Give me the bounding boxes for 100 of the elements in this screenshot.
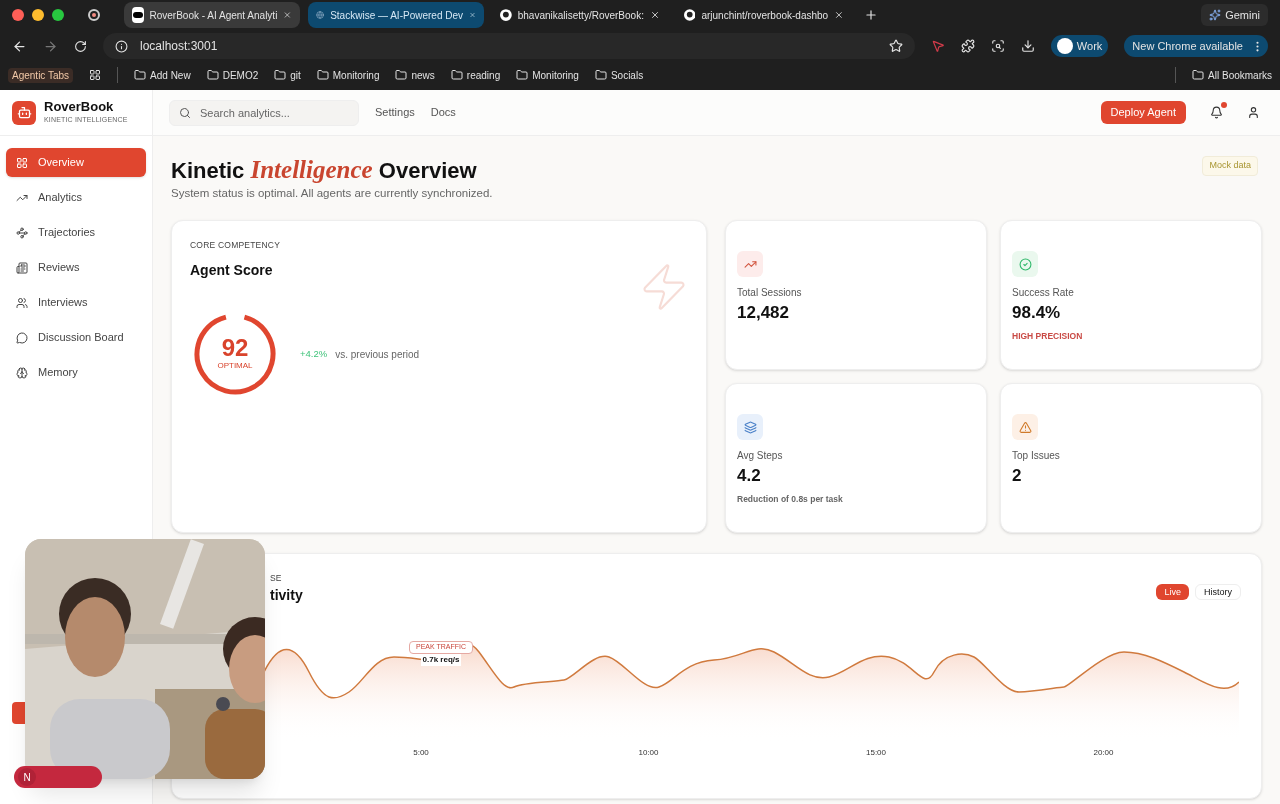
folder-icon <box>450 69 463 81</box>
extensions-icon[interactable] <box>960 39 975 53</box>
warning-icon <box>1012 414 1038 441</box>
gemini-button[interactable]: Gemini <box>1201 4 1268 26</box>
sidebar-item[interactable]: Trajectories <box>6 218 146 247</box>
score-status: OPTIMAL <box>217 360 253 372</box>
bookmark-folder[interactable]: Monitoring <box>316 67 380 83</box>
page-subtitle: System status is optimal. All agents are currently synchronized. <box>171 186 493 201</box>
trend-icon <box>737 251 763 278</box>
browser-tab[interactable]: bhavanikalisetty/RoverBook: <box>492 2 668 28</box>
brand-name: RoverBook <box>44 99 115 116</box>
stat-label: Top Issues <box>1012 449 1061 464</box>
folder-icon <box>395 69 408 81</box>
folder-icon <box>594 69 607 81</box>
download-icon[interactable] <box>1020 39 1035 53</box>
bookmark-folder[interactable]: git <box>274 67 301 83</box>
sidebar-item[interactable]: Reviews <box>6 253 146 282</box>
browser-tab[interactable]: Stackwise — AI-Powered Dev <box>308 2 484 28</box>
search-icon <box>179 106 191 119</box>
url-text: localhost:3001 <box>140 38 219 55</box>
stat-label: Avg Steps <box>737 449 784 464</box>
toggle-button[interactable]: Live <box>1156 584 1189 601</box>
score-change: +4.2% <box>300 346 328 361</box>
sidebar-item[interactable]: Memory <box>6 358 146 387</box>
toggle-button[interactable]: History <box>1195 584 1241 601</box>
mock-data-badge: Mock data <box>1202 156 1258 176</box>
cursor-icon[interactable] <box>930 39 945 53</box>
update-button[interactable]: New Chrome available <box>1124 35 1268 57</box>
close-tab-icon[interactable] <box>649 9 660 21</box>
layers-icon <box>737 414 763 441</box>
axis-label: 20:00 <box>1093 747 1114 760</box>
bookmark-folder[interactable]: reading <box>450 67 501 83</box>
bookmark-star-icon[interactable] <box>888 39 903 53</box>
sidebar-item[interactable]: Overview <box>6 148 146 177</box>
browser-tab[interactable]: arjunchint/roverbook-dashbo <box>676 2 852 28</box>
bookmark-folder[interactable]: Add New <box>134 67 191 83</box>
stat-note: Reduction of 0.8s per task <box>737 492 844 506</box>
bookmark-folder[interactable]: Socials <box>594 67 644 83</box>
axis-label: 10:00 <box>638 747 659 760</box>
card-title: Agent Score <box>190 261 274 280</box>
axis-label: 15:00 <box>866 747 886 760</box>
apps-icon[interactable] <box>89 69 102 81</box>
close-window-icon[interactable] <box>12 9 24 21</box>
deploy-button[interactable]: Deploy Agent <box>1100 101 1186 124</box>
route-icon <box>16 226 28 239</box>
zoom-window-icon[interactable] <box>52 9 64 21</box>
back-icon[interactable] <box>12 38 27 54</box>
info-icon[interactable] <box>115 39 128 53</box>
close-tab-icon[interactable] <box>834 9 844 21</box>
all-bookmarks[interactable]: All Bookmarks <box>1192 67 1272 83</box>
card-title: tivity <box>270 586 303 605</box>
tab-title: RoverBook - AI Agent Analyti <box>149 8 278 23</box>
axis-label: 5:00 <box>413 747 429 760</box>
search-field[interactable]: Search analytics... <box>169 99 359 126</box>
profile-button[interactable]: Work <box>1050 35 1109 57</box>
stat-label: Success Rate <box>1012 286 1075 301</box>
nav-link[interactable]: Settings <box>375 104 415 121</box>
sidebar-item[interactable]: Analytics <box>6 183 146 212</box>
stat-label: Total Sessions <box>737 286 803 301</box>
stat-value: 2 <box>1012 465 1023 488</box>
grid-icon <box>16 156 28 169</box>
minimize-window-icon[interactable] <box>32 9 44 21</box>
card-eyebrow: CORE COMPETENCY <box>190 239 282 252</box>
user-icon[interactable] <box>1247 106 1260 119</box>
stat-value: 98.4% <box>1012 302 1062 325</box>
tab-title: bhavanikalisetty/RoverBook: <box>517 8 644 23</box>
folder-icon <box>134 69 147 81</box>
bookmark-folder[interactable]: Monitoring <box>516 67 579 83</box>
stat-note: HIGH PRECISION <box>1012 329 1084 343</box>
stat-value: 12,482 <box>737 302 790 325</box>
bookmark-chip[interactable]: Agentic Tabs <box>8 67 74 83</box>
lens-icon[interactable] <box>990 39 1005 53</box>
dev-indicator[interactable]: N <box>14 766 102 788</box>
folder-icon <box>516 69 529 81</box>
page-title: Kinetic Intelligence Overview <box>171 156 478 185</box>
sidebar-item[interactable]: Discussion Board <box>6 323 146 352</box>
new-tab-icon[interactable] <box>864 8 878 22</box>
folder-icon <box>1192 69 1205 81</box>
folder-icon <box>274 69 287 81</box>
globe-icon <box>316 8 325 22</box>
folder-icon <box>316 69 329 81</box>
stat-value: 4.2 <box>737 465 762 488</box>
address-bar[interactable]: localhost:3001 <box>103 33 915 59</box>
sparkle-icon <box>1209 9 1222 21</box>
people-icon <box>16 296 28 309</box>
bookmark-folder[interactable]: DEMO2 <box>206 67 259 83</box>
card-eyebrow: SE <box>270 572 283 585</box>
reload-icon[interactable] <box>74 39 87 53</box>
sidebar-item[interactable]: Interviews <box>6 288 146 317</box>
nav-link[interactable]: Docs <box>430 104 456 121</box>
tab-title: Stackwise — AI-Powered Dev <box>330 8 463 23</box>
avatar-icon <box>1056 38 1073 54</box>
score-comparison: vs. previous period <box>335 347 420 362</box>
app-logo-icon <box>132 7 144 23</box>
bookmark-folder[interactable]: news <box>395 67 435 83</box>
forward-icon[interactable] <box>43 38 58 54</box>
record-icon[interactable] <box>88 9 100 21</box>
document-icon <box>16 261 28 274</box>
robot-logo-icon <box>12 100 36 125</box>
browser-tab[interactable]: RoverBook - AI Agent Analyti <box>124 2 300 28</box>
